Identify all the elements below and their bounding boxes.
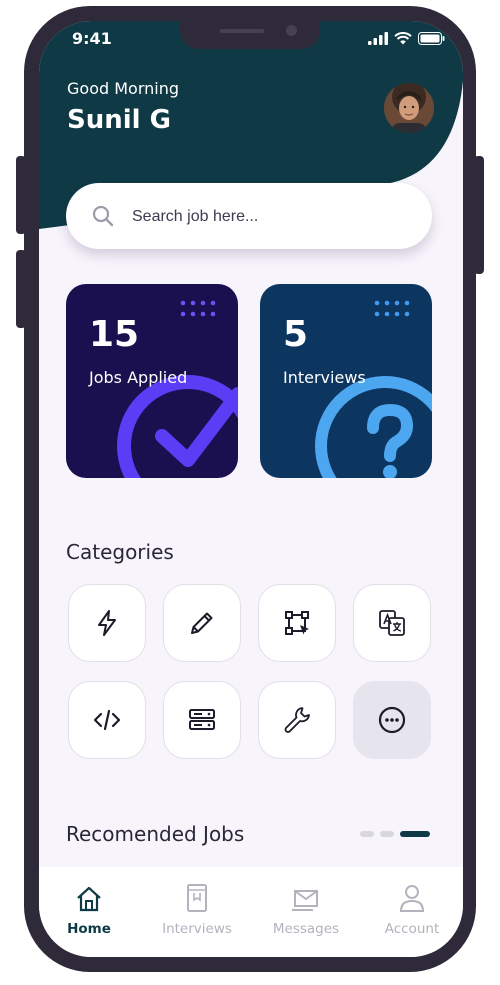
- volume-up-button: [16, 156, 26, 234]
- bottom-tab-bar: Home Interviews Messages Account: [39, 867, 463, 957]
- category-electrical[interactable]: [68, 584, 146, 662]
- indicator-dot[interactable]: [380, 831, 394, 837]
- wrench-icon: [284, 707, 310, 733]
- tab-interviews-label: Interviews: [162, 921, 232, 937]
- search-icon: [92, 205, 114, 227]
- tab-account-label: Account: [384, 921, 440, 937]
- home-icon: [77, 886, 101, 912]
- tab-home[interactable]: Home: [39, 879, 139, 937]
- categories-title: Categories: [66, 540, 174, 564]
- category-more[interactable]: [353, 681, 431, 759]
- dots-decoration: [180, 300, 216, 317]
- recommended-jobs-title: Recomended Jobs: [66, 822, 245, 846]
- app-screen: 9:41 Good Morning Sunil G Search job her…: [39, 21, 463, 957]
- category-development[interactable]: [68, 681, 146, 759]
- translate-icon: [379, 610, 405, 636]
- tab-interviews[interactable]: Interviews: [147, 879, 247, 937]
- indicator-dot[interactable]: [360, 831, 374, 837]
- carousel-indicator: [360, 831, 430, 837]
- tab-home-label: Home: [67, 921, 111, 937]
- signal-icon: [368, 32, 388, 45]
- status-icons: [368, 32, 445, 45]
- greeting-text: Good Morning: [67, 79, 179, 98]
- wifi-icon: [394, 32, 412, 45]
- category-maintenance[interactable]: [258, 681, 336, 759]
- category-design[interactable]: [258, 584, 336, 662]
- interviews-card[interactable]: 5 Interviews: [260, 284, 432, 478]
- search-bar[interactable]: [66, 183, 432, 249]
- avatar-image: [384, 83, 434, 133]
- pencil-icon: [191, 612, 213, 634]
- book-icon: [187, 884, 207, 912]
- tab-account[interactable]: Account: [362, 879, 462, 937]
- user-name: Sunil G: [67, 105, 171, 135]
- avatar[interactable]: [384, 83, 434, 133]
- interviews-label: Interviews: [283, 368, 366, 387]
- battery-icon: [418, 32, 445, 45]
- code-icon: [93, 709, 121, 731]
- tab-messages[interactable]: Messages: [256, 879, 356, 937]
- status-time: 9:41: [72, 29, 112, 48]
- speaker: [220, 29, 264, 33]
- jobs-applied-label: Jobs Applied: [89, 368, 188, 387]
- user-icon: [399, 885, 425, 912]
- power-button: [474, 156, 484, 274]
- jobs-applied-count: 15: [89, 314, 140, 355]
- jobs-applied-card[interactable]: 15 Jobs Applied: [66, 284, 238, 478]
- front-camera: [286, 25, 297, 36]
- notch: [180, 21, 320, 49]
- volume-down-button: [16, 250, 26, 328]
- indicator-dot-active[interactable]: [400, 831, 430, 837]
- more-icon: [378, 706, 406, 734]
- category-writing[interactable]: [163, 584, 241, 662]
- lightning-icon: [98, 610, 116, 636]
- vector-design-icon: [285, 611, 309, 635]
- search-input[interactable]: [130, 201, 404, 233]
- category-server[interactable]: [163, 681, 241, 759]
- category-translation[interactable]: [353, 584, 431, 662]
- server-icon: [189, 709, 215, 730]
- interviews-count: 5: [283, 314, 309, 355]
- tab-messages-label: Messages: [272, 921, 340, 937]
- dots-decoration: [374, 300, 410, 317]
- mail-icon: [292, 890, 318, 911]
